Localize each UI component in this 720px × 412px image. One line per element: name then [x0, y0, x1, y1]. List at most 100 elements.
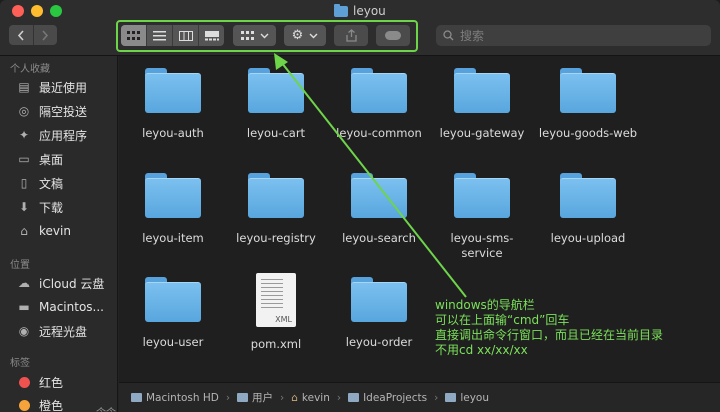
file-item[interactable]: leyou-order	[327, 277, 431, 350]
sidebar-item-downloads[interactable]: ⬇ 下载	[16, 197, 63, 217]
chevron-right-icon: ›	[434, 391, 439, 404]
file-name: leyou-order	[345, 335, 413, 349]
minimize-window-button[interactable]	[31, 5, 43, 17]
sidebar-item-tag-red[interactable]: 红色	[16, 372, 63, 392]
file-name: leyou-upload	[550, 231, 626, 245]
folder-icon	[560, 173, 616, 218]
folder-icon	[351, 68, 407, 113]
sidebar-item-home[interactable]: ⌂ kevin	[16, 221, 71, 241]
folder-icon	[348, 393, 360, 402]
sidebar-item-recents[interactable]: ▤ 最近使用	[16, 77, 87, 97]
sidebar-item-applications[interactable]: ✦ 应用程序	[16, 125, 87, 145]
file-name: leyou-gateway	[439, 126, 525, 140]
sidebar-item-label: 应用程序	[39, 128, 88, 143]
xml-file-icon: XML	[256, 273, 296, 327]
file-item[interactable]: leyou-item	[121, 173, 225, 246]
file-name: leyou-search	[342, 231, 416, 245]
folder-icon	[454, 173, 510, 218]
sidebar-item-label: 隔空投送	[39, 104, 88, 119]
file-name: leyou-item	[142, 231, 204, 245]
sidebar-item-label: 文稿	[39, 176, 64, 191]
folder-icon	[454, 68, 510, 113]
file-item[interactable]: XML pom.xml	[224, 273, 328, 352]
path-segment[interactable]: kevin	[302, 392, 330, 404]
chevron-right-icon	[42, 29, 49, 41]
applications-icon: ✦	[18, 128, 30, 142]
sidebar-item-label: Macintos...	[39, 300, 104, 314]
sidebar-item-label: iCloud 云盘	[39, 276, 105, 291]
file-item[interactable]: leyou-upload	[533, 173, 643, 246]
file-name: pom.xml	[250, 337, 302, 351]
file-name: leyou-user	[142, 335, 204, 349]
optical-disc-icon: ◉	[18, 324, 30, 338]
file-item[interactable]: leyou-gateway	[430, 68, 534, 141]
window-title-text: leyou	[353, 4, 386, 18]
file-item[interactable]: leyou-goods-web	[533, 68, 643, 141]
airdrop-icon: ◎	[18, 104, 30, 118]
file-name-line: service	[461, 246, 503, 260]
tag-color-dot-icon	[16, 374, 32, 390]
folder-icon	[445, 393, 457, 402]
sidebar-header-favorites: 个人收藏	[10, 64, 50, 75]
sidebar-item-label: 桌面	[39, 152, 64, 167]
sidebar-item-icloud[interactable]: ☁ iCloud 云盘	[16, 273, 104, 293]
file-item[interactable]: leyou-cart	[224, 68, 328, 141]
folder-icon	[248, 68, 304, 113]
path-segment[interactable]: Macintosh HD	[146, 392, 219, 404]
file-name: leyou-sms- service	[451, 231, 514, 261]
toolbar-highlight-box	[116, 20, 418, 52]
forward-button[interactable]	[32, 25, 58, 45]
chevron-left-icon	[17, 29, 24, 41]
zoom-window-button[interactable]	[50, 5, 62, 17]
folder-icon	[351, 277, 407, 322]
chevron-right-icon: ›	[336, 391, 342, 404]
file-item[interactable]: leyou-auth	[121, 68, 225, 141]
disk-icon: ▬	[18, 300, 30, 314]
path-segment[interactable]: leyou	[460, 392, 489, 404]
sidebar-item-label: 红色	[39, 375, 64, 390]
sidebar-header-locations: 位置	[10, 260, 30, 271]
chevron-right-icon: ›	[280, 391, 285, 404]
sidebar-item-label: 远程光盘	[39, 324, 88, 339]
folder-icon	[145, 173, 201, 218]
chevron-right-icon: ›	[225, 391, 231, 404]
below-window-text: 令令行窗口	[0, 404, 120, 412]
sidebar-item-remote-disc[interactable]: ◉ 远程光盘	[16, 321, 87, 341]
folder-icon	[237, 393, 249, 402]
close-window-button[interactable]	[12, 5, 24, 17]
sidebar-item-label: kevin	[39, 224, 71, 238]
sidebar-item-desktop[interactable]: ▭ 桌面	[16, 149, 63, 169]
path-segment[interactable]: 用户	[252, 390, 273, 405]
path-bar: Macintosh HD › 用户 › ⌂ kevin › IdeaProjec…	[119, 382, 720, 412]
file-item[interactable]: leyou-sms- service	[430, 173, 534, 261]
window-title: leyou	[334, 3, 386, 19]
folder-icon	[351, 173, 407, 218]
file-name-line: leyou-sms-	[450, 231, 514, 245]
sidebar-item-label: 最近使用	[39, 80, 88, 95]
annotation-line: 可以在上面输“cmd”回车	[435, 313, 570, 327]
sidebar: 个人收藏 ▤ 最近使用 ◎ 隔空投送 ✦ 应用程序 ▭ 桌面 ▯ 文稿 ⬇ 下载…	[0, 56, 118, 412]
desktop-icon: ▭	[18, 152, 30, 166]
search-input[interactable]	[460, 28, 690, 43]
file-item[interactable]: leyou-common	[327, 68, 431, 141]
file-name: leyou-goods-web	[538, 126, 638, 140]
sidebar-header-tags: 标签	[10, 358, 30, 369]
annotation-line: windows的导航栏	[435, 298, 535, 312]
sidebar-item-documents[interactable]: ▯ 文稿	[16, 173, 63, 193]
folder-icon	[560, 68, 616, 113]
sidebar-item-label: 下载	[39, 200, 64, 215]
documents-icon: ▯	[20, 176, 28, 190]
sidebar-item-airdrop[interactable]: ◎ 隔空投送	[16, 101, 87, 121]
file-item[interactable]: leyou-search	[327, 173, 431, 246]
file-name: leyou-common	[336, 126, 422, 140]
sidebar-item-macintosh-hd[interactable]: ▬ Macintos...	[16, 297, 104, 317]
path-segment[interactable]: IdeaProjects	[363, 392, 427, 404]
annotation-line: 直接调出命令行窗口，而且已经在当前目录	[435, 328, 664, 342]
folder-icon	[145, 277, 201, 322]
disk-icon	[131, 393, 142, 402]
back-button[interactable]	[9, 25, 33, 45]
search-field[interactable]	[436, 25, 711, 46]
file-item[interactable]: leyou-registry	[224, 173, 328, 246]
file-item[interactable]: leyou-user	[121, 277, 225, 350]
downloads-icon: ⬇	[18, 200, 30, 214]
